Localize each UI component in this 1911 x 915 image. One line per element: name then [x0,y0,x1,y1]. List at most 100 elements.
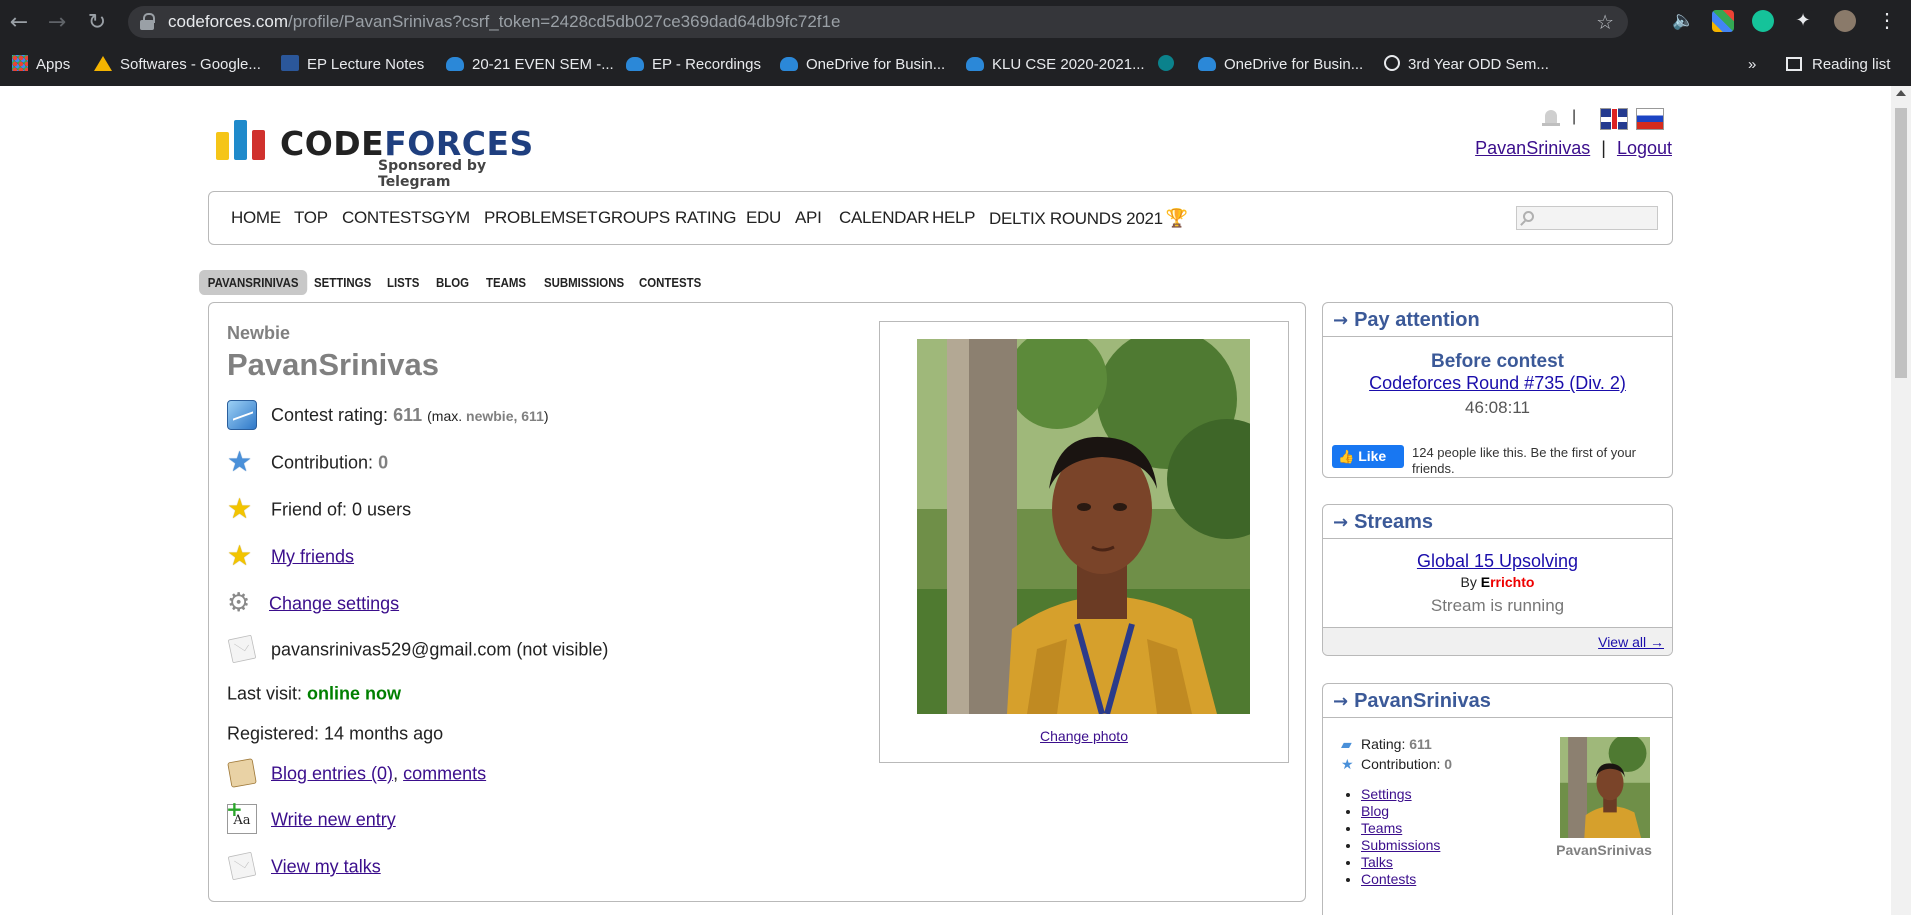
trophy-icon: 🏆 [1165,208,1188,229]
notification-bell-icon[interactable] [1542,110,1560,128]
bookmark-apps[interactable]: Apps [12,54,70,76]
menu-rating[interactable]: RATING [675,208,736,228]
scroll-up-arrow-icon[interactable] [1896,90,1906,96]
menu-api[interactable]: API [795,208,822,228]
page-scrollbar[interactable] [1891,86,1911,915]
bookmark-softwares[interactable]: Softwares - Google... [94,54,261,76]
reading-list-button[interactable]: Reading list [1786,54,1890,76]
view-all-streams-link[interactable]: View all → [1598,634,1664,650]
menu-home[interactable]: HOME [231,208,281,228]
bookmark-sharepoint[interactable] [1158,54,1182,76]
menu-groups[interactable]: GROUPS [598,208,670,228]
streams-box: → Streams Global 15 Upsolving By Errichto… [1322,504,1673,656]
menu-help[interactable]: HELP [932,208,976,228]
logo-bar-red [252,130,265,160]
friend-star-icon: ★ [227,492,253,526]
tab-pavansrinivas[interactable]: PAVANSRINIVAS [199,270,308,295]
english-flag-icon[interactable] [1600,108,1628,130]
blog-entries-link[interactable]: Blog entries (0) [271,763,393,783]
contest-link[interactable]: Codeforces Round #735 (Div. 2) [1369,373,1626,393]
stream-author-handle[interactable]: Errichto [1481,574,1535,590]
scroll-thumb[interactable] [1895,108,1907,378]
user-box-name: PavanSrinivas [1556,842,1652,858]
profile-avatar-icon[interactable] [1834,10,1856,32]
user-box-contests-link[interactable]: Contests [1361,871,1416,887]
user-box-avatar[interactable] [1560,737,1650,838]
comments-link[interactable]: comments [403,763,486,783]
back-arrow-icon[interactable]: ← [6,10,32,36]
contribution-row: ★ Contribution: 0 [227,445,389,479]
logout-link[interactable]: Logout [1617,138,1672,158]
user-box-settings-link[interactable]: Settings [1361,786,1412,802]
pay-attention-title: → Pay attention [1323,303,1672,337]
url-text[interactable]: codeforces.com/profile/PavanSrinivas?csr… [168,12,840,32]
tab-lists[interactable]: LISTS [387,270,419,295]
tab-blog[interactable]: BLOG [436,270,469,295]
profile-photo-frame: Change photo [879,321,1289,763]
bookmark-ep-lecture-notes[interactable]: EP Lecture Notes [281,54,424,76]
contribution-star-icon: ★ [227,445,253,479]
codeforces-logo[interactable]: CODEFORCES Sponsored by Telegram [214,112,554,190]
bookmark-klu-cse[interactable]: KLU CSE 2020-2021... [966,54,1145,76]
menu-deltix-rounds[interactable]: DELTIX ROUNDS 2021 🏆 [989,208,1188,229]
write-new-entry-link[interactable]: Write new entry [271,809,396,829]
bookmark-3rd-year[interactable]: 3rd Year ODD Sem... [1384,54,1549,76]
url-host: codeforces.com [168,12,288,31]
header-username-link[interactable]: PavanSrinivas [1475,138,1590,158]
tab-settings[interactable]: SETTINGS [314,270,371,295]
tab-contests[interactable]: CONTESTS [639,270,701,295]
logo-bar-yellow [216,132,229,160]
user-box-contribution: ★ Contribution: 0 [1341,756,1453,773]
menu-edu[interactable]: EDU [746,208,781,228]
contest-countdown: 46:08:11 [1465,398,1530,417]
browser-chrome: ← → ↻ codeforces.com/profile/PavanSriniv… [0,0,1911,86]
change-photo-link[interactable]: Change photo [880,728,1288,744]
main-menu: HOME TOP CONTESTS GYM PROBLEMSET GROUPS … [208,191,1673,245]
menu-gym[interactable]: GYM [432,208,470,228]
bookmark-onedrive-2[interactable]: OneDrive for Busin... [1198,54,1363,76]
speaker-icon[interactable]: 🔈 [1672,10,1694,32]
tab-submissions[interactable]: SUBMISSIONS [544,270,624,295]
max-rating-value: newbie, 611 [466,407,544,424]
search-input[interactable] [1516,206,1658,230]
list-item: Submissions [1361,837,1440,854]
reload-icon[interactable]: ↻ [84,10,110,36]
facebook-like-button[interactable]: 👍 Like [1332,445,1404,468]
address-bar[interactable]: codeforces.com/profile/PavanSrinivas?csr… [128,6,1628,38]
bookmark-20-21-even-sem[interactable]: 20-21 EVEN SEM -... [446,54,614,76]
bookmark-ep-recordings[interactable]: EP - Recordings [626,54,761,76]
stream-status: Stream is running [1430,596,1565,615]
menu-dots-icon[interactable]: ⋮ [1876,10,1898,32]
grammarly-icon[interactable] [1752,10,1774,32]
user-box-submissions-link[interactable]: Submissions [1361,837,1440,853]
tab-teams[interactable]: TEAMS [486,270,526,295]
flag-separator: | [1572,108,1577,125]
contest-rating-value: 611 [393,404,423,425]
logo-sponsor: Sponsored by Telegram [378,158,487,190]
more-bookmarks-button[interactable]: » [1748,54,1756,76]
user-box-teams-link[interactable]: Teams [1361,820,1402,836]
forward-arrow-icon[interactable]: → [44,10,70,36]
menu-calendar[interactable]: CALENDAR [839,208,929,228]
onedrive-icon [1198,57,1216,71]
extension-icon[interactable] [1712,10,1734,32]
russian-flag-icon[interactable] [1636,108,1664,130]
puzzle-extensions-icon[interactable]: ✦ [1792,10,1814,32]
my-friends-link[interactable]: My friends [271,546,354,566]
lock-icon[interactable] [140,13,155,30]
stream-link[interactable]: Global 15 Upsolving [1417,551,1578,571]
menu-problemset[interactable]: PROBLEMSET [484,208,598,228]
bookmark-star-icon[interactable]: ☆ [1596,10,1614,34]
sharepoint-icon [1158,55,1174,71]
bookmark-onedrive-1[interactable]: OneDrive for Busin... [780,54,945,76]
globe-icon [1384,55,1400,71]
user-box-blog-link[interactable]: Blog [1361,803,1389,819]
onedrive-icon [966,57,984,71]
menu-top[interactable]: TOP [294,208,328,228]
user-box-links: Settings Blog Teams Submissions Talks Co… [1343,786,1440,888]
change-settings-link[interactable]: Change settings [269,593,399,613]
user-box-talks-link[interactable]: Talks [1361,854,1393,870]
friends-star-icon: ★ [227,539,253,573]
view-my-talks-link[interactable]: View my talks [271,856,381,876]
menu-contests[interactable]: CONTESTS [342,208,432,228]
